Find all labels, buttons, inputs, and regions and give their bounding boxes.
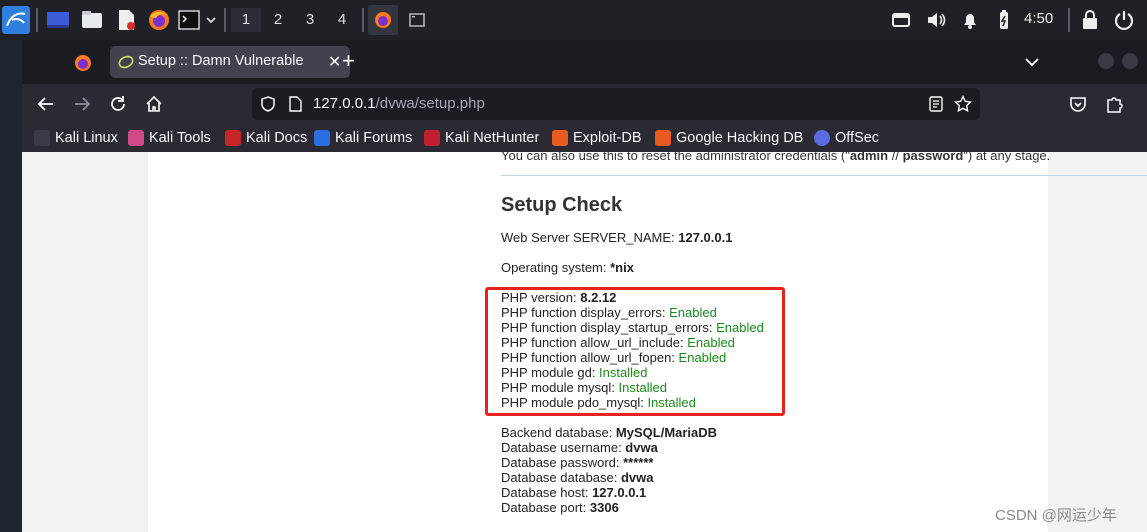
bookmark-kali-nethunter[interactable]: Kali NetHunter [424,127,539,149]
kali-forums-icon [314,130,330,146]
bookmark-label: Kali NetHunter [445,130,540,146]
bookmark-offsec[interactable]: OffSec [814,127,879,149]
bookmark-star-icon[interactable] [954,95,972,113]
ghdb-icon [655,130,671,146]
volume-icon[interactable] [924,8,948,32]
workspace-preview-icon[interactable] [46,8,70,32]
firefox-icon[interactable] [147,8,171,32]
file-manager-icon[interactable] [80,8,104,32]
pocket-icon[interactable] [1068,94,1088,114]
bookmark-label: Kali Tools [149,130,211,146]
watermark: CSDN @网运少年 [995,507,1117,524]
new-tab-button[interactable]: + [342,50,355,72]
bookmark-label: Kali Docs [246,130,308,146]
db-line: Database host: 127.0.0.1 [501,485,647,500]
cut-off-text: You can also use this to reset the admin… [501,152,1051,163]
bookmark-label: Google Hacking DB [676,130,804,146]
url-text[interactable]: 127.0.0.1/dvwa/setup.php [313,95,485,112]
os-line: Operating system: *nix [501,260,634,275]
db-line: Database password: ****** [501,455,654,470]
tab-close-icon[interactable]: ✕ [328,52,341,72]
kali-dragon-icon [34,130,50,146]
bookmark-kali-linux[interactable]: Kali Linux [34,127,118,149]
workspace-3[interactable]: 3 [295,8,325,32]
terminal-icon[interactable] [178,8,202,32]
highlight-box [485,287,785,416]
kali-menu-icon[interactable] [2,6,30,34]
kali-tools-icon [128,130,144,146]
terminal-window-button[interactable] [405,8,429,32]
maximize-button[interactable] [1122,53,1138,69]
db-line: Database username: dvwa [501,440,658,455]
tab-setup[interactable]: Setup :: Damn Vulnerable ✕ [110,46,350,78]
taskbar: 1 2 3 4 4:50 [0,0,1147,40]
battery-icon[interactable] [992,8,1016,32]
db-line: Database port: 3306 [501,500,619,515]
bookmark-kali-docs[interactable]: Kali Docs [225,127,307,149]
page-title: Setup Check [501,194,623,216]
forward-button[interactable] [72,94,92,114]
bell-icon[interactable] [958,8,982,32]
reload-button[interactable] [108,94,128,114]
db-line: Backend database: MySQL/MariaDB [501,425,718,440]
page-icon [288,96,302,112]
extensions-icon[interactable] [1104,94,1124,114]
site-info-shield-icon[interactable] [260,96,276,112]
bookmark-label: Exploit-DB [573,130,642,146]
list-all-tabs-icon[interactable] [1022,52,1042,72]
bookmark-kali-forums[interactable]: Kali Forums [314,127,412,149]
page-viewport: You can also use this to reset the admin… [22,152,1147,532]
server-name-line: Web Server SERVER_NAME: 127.0.0.1 [501,230,733,245]
tab-strip: Setup :: Damn Vulnerable ✕ + [22,40,1147,84]
page-body: You can also use this to reset the admin… [148,152,1147,532]
clock[interactable]: 4:50 [1024,10,1053,27]
bookmark-label: Kali Linux [55,130,118,146]
bookmark-label: OffSec [835,130,880,146]
bookmark-label: Kali Forums [335,130,413,146]
kali-docs-icon [225,130,241,146]
bookmark-exploit-db[interactable]: Exploit-DB [552,127,642,149]
home-button[interactable] [144,94,164,114]
navigation-toolbar: 127.0.0.1/dvwa/setup.php [22,84,1147,124]
minimize-button[interactable] [1098,53,1114,69]
bookmark-google-hacking-db[interactable]: Google Hacking DB [655,127,803,149]
text-editor-icon[interactable] [114,8,138,32]
offsec-icon [814,130,830,146]
divider [501,175,1147,176]
url-path: /dvwa/setup.php [375,95,485,112]
back-button[interactable] [36,94,56,114]
url-bar[interactable]: 127.0.0.1/dvwa/setup.php [252,88,980,120]
window-list-icon[interactable] [890,8,914,32]
db-line: Database database: dvwa [501,470,654,485]
desktop-background [0,40,22,532]
url-host: 127.0.0.1 [313,95,376,112]
power-icon[interactable] [1112,8,1136,32]
tab-title: Setup :: Damn Vulnerable [138,53,304,69]
tab-favicon-icon [118,54,134,70]
workspace-4[interactable]: 4 [327,8,357,32]
bookmarks-toolbar: Kali Linux Kali Tools Kali Docs Kali For… [22,124,1147,152]
nethunter-icon [424,130,440,146]
firefox-view-icon[interactable] [74,54,92,72]
lock-icon[interactable] [1078,8,1102,32]
firefox-window-button[interactable] [368,5,398,35]
reader-view-icon[interactable] [928,96,944,112]
exploit-db-icon [552,130,568,146]
bookmark-kali-tools[interactable]: Kali Tools [128,127,211,149]
chevron-down-icon[interactable] [204,8,218,32]
workspace-2[interactable]: 2 [263,8,293,32]
workspace-1[interactable]: 1 [231,8,261,32]
